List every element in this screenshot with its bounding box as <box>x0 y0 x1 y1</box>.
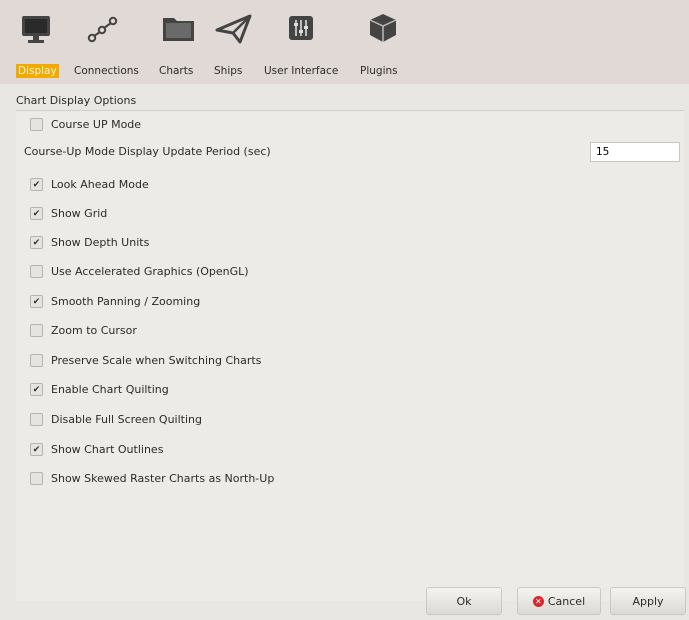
option-label: Show Skewed Raster Charts as North-Up <box>51 471 275 485</box>
option-show-depth-units[interactable]: Show Depth Units <box>30 233 149 251</box>
cancel-button[interactable]: ✕ Cancel <box>517 587 601 615</box>
checkbox[interactable] <box>30 235 43 249</box>
option-label: Look Ahead Mode <box>51 177 149 191</box>
tab-label: Connections <box>74 65 139 77</box>
option-course-up-mode[interactable]: Course UP Mode <box>30 115 141 133</box>
tab-label: Plugins <box>360 65 398 77</box>
option-smooth-panning[interactable]: Smooth Panning / Zooming <box>30 292 200 310</box>
option-disable-full-screen-quilting[interactable]: Disable Full Screen Quilting <box>30 410 202 428</box>
tab-display[interactable]: Display <box>16 8 66 82</box>
option-enable-chart-quilting[interactable]: Enable Chart Quilting <box>30 380 169 398</box>
checkbox[interactable] <box>30 117 43 131</box>
tab-connections[interactable]: Connections <box>72 8 152 82</box>
checkbox[interactable] <box>30 206 43 220</box>
tab-label: Charts <box>159 65 194 77</box>
checkbox[interactable] <box>30 382 43 396</box>
tab-charts[interactable]: Charts <box>157 8 202 82</box>
option-label: Use Accelerated Graphics (OpenGL) <box>51 264 249 278</box>
cancel-label: Cancel <box>547 594 586 608</box>
option-look-ahead-mode[interactable]: Look Ahead Mode <box>30 175 149 193</box>
option-preserve-scale[interactable]: Preserve Scale when Switching Charts <box>30 351 261 369</box>
checkbox[interactable] <box>30 264 43 278</box>
checkbox[interactable] <box>30 442 43 456</box>
checkbox[interactable] <box>30 177 43 191</box>
cancel-icon: ✕ <box>532 595 544 607</box>
folder-icon <box>163 18 194 41</box>
option-label: Preserve Scale when Switching Charts <box>51 353 262 367</box>
option-skewed-raster-north-up[interactable]: Show Skewed Raster Charts as North-Up <box>30 469 274 487</box>
apply-button[interactable]: Apply <box>610 587 686 615</box>
option-label: Disable Full Screen Quilting <box>51 412 202 426</box>
option-zoom-to-cursor[interactable]: Zoom to Cursor <box>30 321 137 339</box>
option-label: Smooth Panning / Zooming <box>51 294 201 308</box>
tab-label: User Interface <box>264 65 339 77</box>
section-title: Chart Display Options <box>16 94 137 107</box>
option-label: Enable Chart Quilting <box>51 382 169 396</box>
checkbox[interactable] <box>30 323 43 337</box>
update-period-input[interactable] <box>590 142 680 162</box>
option-label: Zoom to Cursor <box>51 323 137 337</box>
option-label: Show Chart Outlines <box>51 442 164 456</box>
option-label: Show Depth Units <box>51 235 150 249</box>
ok-button[interactable]: Ok <box>426 587 502 615</box>
option-show-grid[interactable]: Show Grid <box>30 204 107 222</box>
connections-icon <box>87 16 118 43</box>
tab-user-interface[interactable]: User Interface <box>262 8 352 82</box>
cube-icon <box>369 14 397 42</box>
checkbox[interactable] <box>30 294 43 308</box>
checkbox[interactable] <box>30 412 43 426</box>
toolbar: Display Connections Charts Ships User In… <box>0 0 689 84</box>
sliders-icon <box>289 16 313 40</box>
option-accelerated-graphics[interactable]: Use Accelerated Graphics (OpenGL) <box>30 262 249 280</box>
update-period-label: Course-Up Mode Display Update Period (se… <box>24 145 271 158</box>
monitor-icon <box>22 16 50 43</box>
checkbox[interactable] <box>30 353 43 367</box>
option-show-chart-outlines[interactable]: Show Chart Outlines <box>30 440 163 458</box>
tab-plugins[interactable]: Plugins <box>358 8 408 82</box>
option-label: Course UP Mode <box>51 117 142 131</box>
paper-plane-icon <box>215 14 252 44</box>
checkbox[interactable] <box>30 471 43 485</box>
option-label: Show Grid <box>51 206 108 220</box>
tab-label: Display <box>16 64 59 78</box>
tab-label: Ships <box>214 65 243 77</box>
tab-ships[interactable]: Ships <box>212 8 257 82</box>
